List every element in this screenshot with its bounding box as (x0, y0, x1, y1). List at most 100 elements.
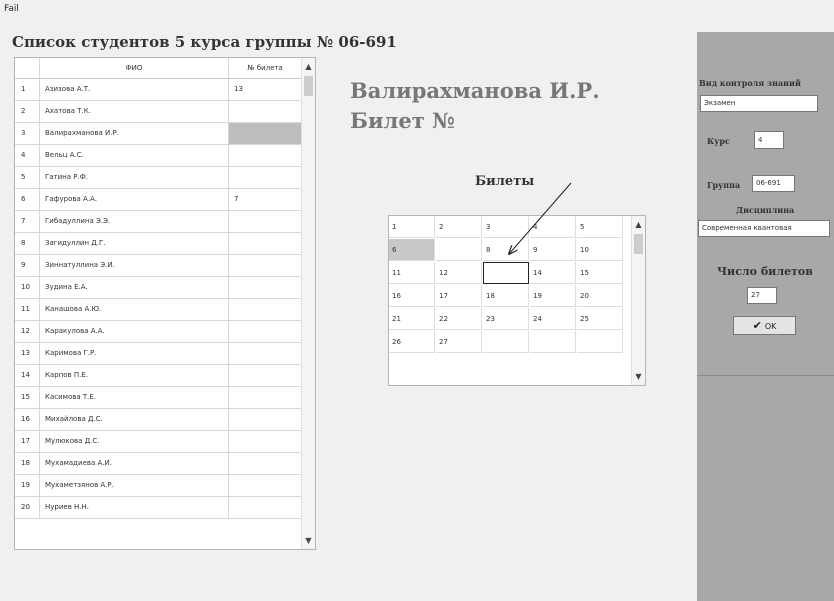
student-name-cell[interactable]: Азизова А.Т. (40, 79, 229, 100)
student-name-cell[interactable]: Мулюкова Д.С. (40, 431, 229, 452)
control-type-field[interactable]: Экзамен (700, 95, 818, 112)
column-header-name[interactable]: ФИО (40, 58, 229, 78)
student-name-cell[interactable]: Ахатова Т.К. (40, 101, 229, 122)
ticket-number-cell[interactable]: 7 (229, 189, 301, 210)
row-index-cell[interactable]: 10 (15, 277, 40, 298)
table-row[interactable]: 20 Нуриев Н.Н. (15, 497, 301, 519)
ticket-cell[interactable]: 17 (436, 285, 482, 307)
row-index-cell[interactable]: 13 (15, 343, 40, 364)
student-name-cell[interactable]: Михайлова Д.С. (40, 409, 229, 430)
student-name-cell[interactable]: Нуриев Н.Н. (40, 497, 229, 518)
row-index-cell[interactable]: 9 (15, 255, 40, 276)
chevron-down-icon[interactable]: ▼ (302, 534, 315, 547)
student-name-cell[interactable]: Мухамадиева А.И. (40, 453, 229, 474)
discipline-field[interactable]: Современная квантовая (698, 220, 830, 237)
ticket-cell[interactable]: 12 (436, 262, 482, 284)
ticket-number-cell[interactable] (229, 475, 301, 496)
ticket-cell[interactable]: 5 (577, 216, 623, 238)
ticket-cell[interactable]: 25 (577, 308, 623, 330)
chevron-up-icon[interactable]: ▲ (632, 218, 645, 231)
row-index-cell[interactable]: 19 (15, 475, 40, 496)
ticket-cell[interactable]: 24 (530, 308, 576, 330)
row-index-cell[interactable]: 8 (15, 233, 40, 254)
ticket-cell[interactable]: 21 (389, 308, 435, 330)
ticket-cell[interactable]: 3 (483, 216, 529, 238)
course-field[interactable]: 4 (754, 131, 784, 149)
table-row[interactable]: 16 Михайлова Д.С. (15, 409, 301, 431)
ticket-cell[interactable]: 15 (577, 262, 623, 284)
ticket-cell[interactable] (483, 262, 529, 284)
ticket-number-cell[interactable] (229, 167, 301, 188)
students-table-scrollbar[interactable]: ▲ ▼ (301, 58, 315, 549)
row-index-cell[interactable]: 20 (15, 497, 40, 518)
ticket-cell[interactable]: 10 (577, 239, 623, 261)
table-row[interactable]: 12 Каракулова А.А. (15, 321, 301, 343)
row-index-cell[interactable]: 17 (15, 431, 40, 452)
ticket-cell[interactable]: 20 (577, 285, 623, 307)
student-name-cell[interactable]: Вельц А.С. (40, 145, 229, 166)
row-index-cell[interactable]: 4 (15, 145, 40, 166)
ticket-cell[interactable]: 18 (483, 285, 529, 307)
ticket-number-cell[interactable] (229, 101, 301, 122)
student-name-cell[interactable]: Зиннатуллина Э.И. (40, 255, 229, 276)
student-name-cell[interactable]: Канашова А.Ю. (40, 299, 229, 320)
table-row[interactable]: 14 Карпов П.Е. (15, 365, 301, 387)
student-name-cell[interactable]: Касимова Т.Е. (40, 387, 229, 408)
ticket-number-cell[interactable] (229, 431, 301, 452)
table-row[interactable]: 1 Азизова А.Т. 13 (15, 79, 301, 101)
row-index-cell[interactable]: 2 (15, 101, 40, 122)
ticket-number-cell[interactable] (229, 453, 301, 474)
table-row[interactable]: 8 Загидуллин Д.Г. (15, 233, 301, 255)
row-index-cell[interactable]: 14 (15, 365, 40, 386)
student-name-cell[interactable]: Каримова Г.Р. (40, 343, 229, 364)
student-name-cell[interactable]: Каракулова А.А. (40, 321, 229, 342)
table-row[interactable]: 19 Мухаметзянов А.Р. (15, 475, 301, 497)
ticket-cell[interactable]: 4 (530, 216, 576, 238)
row-index-cell[interactable]: 1 (15, 79, 40, 100)
student-name-cell[interactable]: Гатина Р.Ф. (40, 167, 229, 188)
student-name-cell[interactable]: Карпов П.Е. (40, 365, 229, 386)
ticket-number-cell[interactable]: 13 (229, 79, 301, 100)
ticket-cell[interactable]: 1 (389, 216, 435, 238)
chevron-up-icon[interactable]: ▲ (302, 60, 315, 73)
ticket-cell[interactable]: 23 (483, 308, 529, 330)
ticket-cell[interactable]: 27 (436, 331, 482, 353)
ticket-cell[interactable]: 19 (530, 285, 576, 307)
ok-button[interactable]: ✔ OK (733, 316, 796, 335)
ticket-number-cell[interactable] (229, 409, 301, 430)
ticket-number-cell[interactable] (229, 233, 301, 254)
row-index-cell[interactable]: 18 (15, 453, 40, 474)
tickets-count-field[interactable]: 27 (747, 287, 777, 304)
ticket-number-cell[interactable] (229, 365, 301, 386)
ticket-number-cell[interactable] (229, 343, 301, 364)
scrollbar-thumb[interactable] (634, 234, 643, 254)
table-row[interactable]: 18 Мухамадиева А.И. (15, 453, 301, 475)
ticket-cell[interactable]: 6 (389, 239, 435, 261)
student-name-cell[interactable]: Зудина Е.А. (40, 277, 229, 298)
ticket-cell[interactable]: 8 (483, 239, 529, 261)
ticket-cell[interactable]: 14 (530, 262, 576, 284)
ticket-number-cell[interactable] (229, 277, 301, 298)
ticket-number-cell[interactable] (229, 387, 301, 408)
ticket-number-cell[interactable] (229, 145, 301, 166)
ticket-number-cell[interactable] (229, 211, 301, 232)
tickets-grid[interactable]: 1 2 3 4 5 6 8 9 10 11 12 14 15 16 17 18 19 20 21 22 23 24 25 26… (388, 215, 646, 386)
table-row[interactable]: 11 Канашова А.Ю. (15, 299, 301, 321)
table-row[interactable]: 4 Вельц А.С. (15, 145, 301, 167)
table-row[interactable]: 10 Зудина Е.А. (15, 277, 301, 299)
table-row[interactable]: 13 Каримова Г.Р. (15, 343, 301, 365)
scrollbar-thumb[interactable] (304, 76, 313, 96)
ticket-number-cell[interactable] (229, 321, 301, 342)
ticket-cell[interactable] (436, 239, 482, 261)
table-row[interactable]: 9 Зиннатуллина Э.И. (15, 255, 301, 277)
ticket-number-cell[interactable] (229, 497, 301, 518)
row-index-cell[interactable]: 3 (15, 123, 40, 144)
ticket-cell[interactable] (483, 331, 529, 353)
student-name-cell[interactable]: Валирахманова И.Р. (40, 123, 229, 144)
student-name-cell[interactable]: Загидуллин Д.Г. (40, 233, 229, 254)
ticket-cell[interactable]: 2 (436, 216, 482, 238)
menu-file[interactable]: Fail (4, 4, 19, 14)
ticket-number-cell[interactable] (229, 255, 301, 276)
ticket-cell[interactable]: 11 (389, 262, 435, 284)
ticket-cell[interactable]: 26 (389, 331, 435, 353)
